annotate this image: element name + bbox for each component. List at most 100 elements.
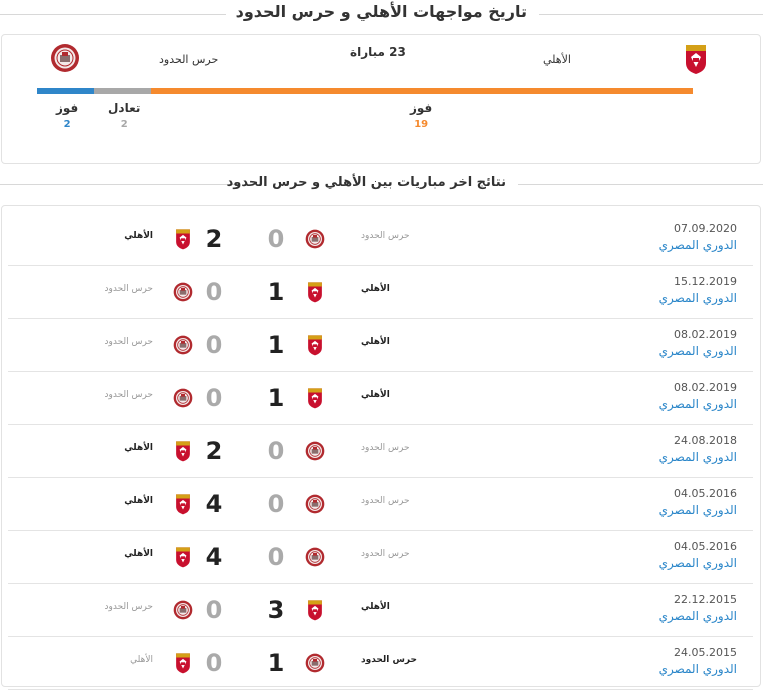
- haras-crest-icon[interactable]: [173, 281, 193, 303]
- h2h-summary-card: حرس الحدود 23 مباراة الأهلي فوز 2 تعادل …: [1, 34, 761, 164]
- haras-crest-icon[interactable]: [305, 546, 325, 568]
- away-team-name[interactable]: الأهلي: [124, 231, 153, 241]
- competition-link[interactable]: الدوري المصري: [659, 556, 737, 570]
- home-team-name[interactable]: حرس الحدود: [361, 655, 417, 665]
- ahly-crest-icon[interactable]: [305, 387, 325, 409]
- home-team-name[interactable]: حرس الحدود: [361, 443, 410, 453]
- match-date: 07.09.2020: [674, 222, 737, 235]
- away-score: 0: [205, 649, 223, 677]
- divider-line: [0, 14, 226, 15]
- match-row[interactable]: 15.12.2019 الدوري المصري الأهلي 1 0 حرس …: [8, 265, 753, 319]
- match-row[interactable]: 24.05.2015 الدوري المصري حرس الحدود 1 0 …: [8, 636, 753, 690]
- competition-link[interactable]: الدوري المصري: [659, 503, 737, 517]
- away-team-name[interactable]: الأهلي: [130, 655, 153, 665]
- home-score: 0: [267, 543, 285, 571]
- home-team-name[interactable]: حرس الحدود: [361, 231, 410, 241]
- home-team-name[interactable]: حرس الحدود: [361, 496, 410, 506]
- match-date: 15.12.2019: [674, 275, 737, 288]
- draws-value: 2: [120, 119, 128, 130]
- away-score: 0: [205, 331, 223, 359]
- match-row[interactable]: 24.08.2018 الدوري المصري حرس الحدود 0 2 …: [8, 424, 753, 478]
- competition-link[interactable]: الدوري المصري: [659, 662, 737, 676]
- divider-line: [539, 14, 763, 15]
- haras-crest-icon[interactable]: [173, 334, 193, 356]
- match-row[interactable]: 07.09.2020 الدوري المصري حرس الحدود 0 2 …: [8, 212, 753, 266]
- team-b-wins-value: 2: [63, 119, 71, 130]
- team-b-name[interactable]: حرس الحدود: [159, 53, 218, 66]
- home-score: 0: [267, 225, 285, 253]
- away-score: 0: [205, 278, 223, 306]
- draws-stat: تعادل 2: [108, 101, 140, 130]
- ahly-crest-icon[interactable]: [173, 652, 193, 674]
- away-team-name[interactable]: حرس الحدود: [104, 390, 153, 400]
- away-team-name[interactable]: حرس الحدود: [104, 602, 153, 612]
- ahly-crest-icon[interactable]: [305, 599, 325, 621]
- home-team-name[interactable]: الأهلي: [361, 284, 390, 294]
- h2h-section-header: تاريخ مواجهات الأهلي و حرس الحدود: [0, 2, 763, 26]
- competition-link[interactable]: الدوري المصري: [659, 397, 737, 411]
- ahly-crest-icon[interactable]: [305, 281, 325, 303]
- team-a-wins-label: فوز: [410, 101, 433, 115]
- home-score: 1: [267, 331, 285, 359]
- away-team-name[interactable]: حرس الحدود: [104, 284, 153, 294]
- away-score: 0: [205, 596, 223, 624]
- away-score: 2: [205, 225, 223, 253]
- competition-link[interactable]: الدوري المصري: [659, 238, 737, 252]
- haras-crest-icon[interactable]: [305, 440, 325, 462]
- bar-team-a-wins: [151, 88, 693, 94]
- match-date: 24.08.2018: [674, 434, 737, 447]
- away-score: 2: [205, 437, 223, 465]
- haras-crest-icon[interactable]: [50, 43, 80, 73]
- match-row[interactable]: 08.02.2019 الدوري المصري الأهلي 1 0 حرس …: [8, 318, 753, 372]
- competition-link[interactable]: الدوري المصري: [659, 450, 737, 464]
- home-score: 1: [267, 384, 285, 412]
- match-date: 22.12.2015: [674, 593, 737, 606]
- match-row[interactable]: 04.05.2016 الدوري المصري حرس الحدود 0 4 …: [8, 477, 753, 531]
- team-b-wins-stat: فوز 2: [56, 101, 78, 130]
- away-score: 0: [205, 384, 223, 412]
- away-team-name[interactable]: الأهلي: [124, 549, 153, 559]
- away-team-name[interactable]: الأهلي: [124, 496, 153, 506]
- haras-crest-icon[interactable]: [173, 599, 193, 621]
- competition-link[interactable]: الدوري المصري: [659, 609, 737, 623]
- total-matches: 23 مباراة: [350, 45, 406, 59]
- haras-crest-icon[interactable]: [305, 652, 325, 674]
- ahly-crest-icon[interactable]: [173, 228, 193, 250]
- away-score: 4: [205, 490, 223, 518]
- home-score: 3: [267, 596, 285, 624]
- match-date: 24.05.2015: [674, 646, 737, 659]
- haras-crest-icon[interactable]: [173, 387, 193, 409]
- home-team-name[interactable]: الأهلي: [361, 602, 390, 612]
- haras-crest-icon[interactable]: [305, 228, 325, 250]
- competition-link[interactable]: الدوري المصري: [659, 291, 737, 305]
- ahly-crest-icon[interactable]: [173, 440, 193, 462]
- competition-link[interactable]: الدوري المصري: [659, 344, 737, 358]
- team-a-wins-stat: فوز 19: [410, 101, 432, 130]
- home-team-name[interactable]: الأهلي: [361, 390, 390, 400]
- match-row[interactable]: 08.02.2019 الدوري المصري الأهلي 1 0 حرس …: [8, 371, 753, 425]
- home-score: 1: [267, 278, 285, 306]
- h2h-title: تاريخ مواجهات الأهلي و حرس الحدود: [235, 2, 527, 21]
- ahly-crest-icon[interactable]: [305, 334, 325, 356]
- match-row[interactable]: 22.12.2015 الدوري المصري الأهلي 3 0 حرس …: [8, 583, 753, 637]
- team-a-name[interactable]: الأهلي: [543, 53, 571, 66]
- away-score: 4: [205, 543, 223, 571]
- results-list: 07.09.2020 الدوري المصري حرس الحدود 0 2 …: [1, 205, 761, 690]
- home-team-name[interactable]: حرس الحدود: [361, 549, 410, 559]
- team-b-wins-label: فوز: [56, 101, 79, 115]
- ahly-crest-icon[interactable]: [684, 43, 708, 75]
- h2h-ratio-bar: [37, 88, 693, 94]
- ahly-crest-icon[interactable]: [173, 493, 193, 515]
- home-team-name[interactable]: الأهلي: [361, 337, 390, 347]
- bar-team-b-wins: [37, 88, 94, 94]
- haras-crest-icon[interactable]: [305, 493, 325, 515]
- away-team-name[interactable]: الأهلي: [124, 443, 153, 453]
- away-team-name[interactable]: حرس الحدود: [104, 337, 153, 347]
- match-row[interactable]: 04.05.2016 الدوري المصري حرس الحدود 0 4 …: [8, 530, 753, 584]
- home-score: 0: [267, 437, 285, 465]
- ahly-crest-icon[interactable]: [173, 546, 193, 568]
- team-a-wins-value: 19: [414, 119, 429, 130]
- results-section-header: نتائج اخر مباريات بين الأهلي و حرس الحدو…: [0, 172, 763, 196]
- home-score: 0: [267, 490, 285, 518]
- divider-line: [0, 184, 240, 185]
